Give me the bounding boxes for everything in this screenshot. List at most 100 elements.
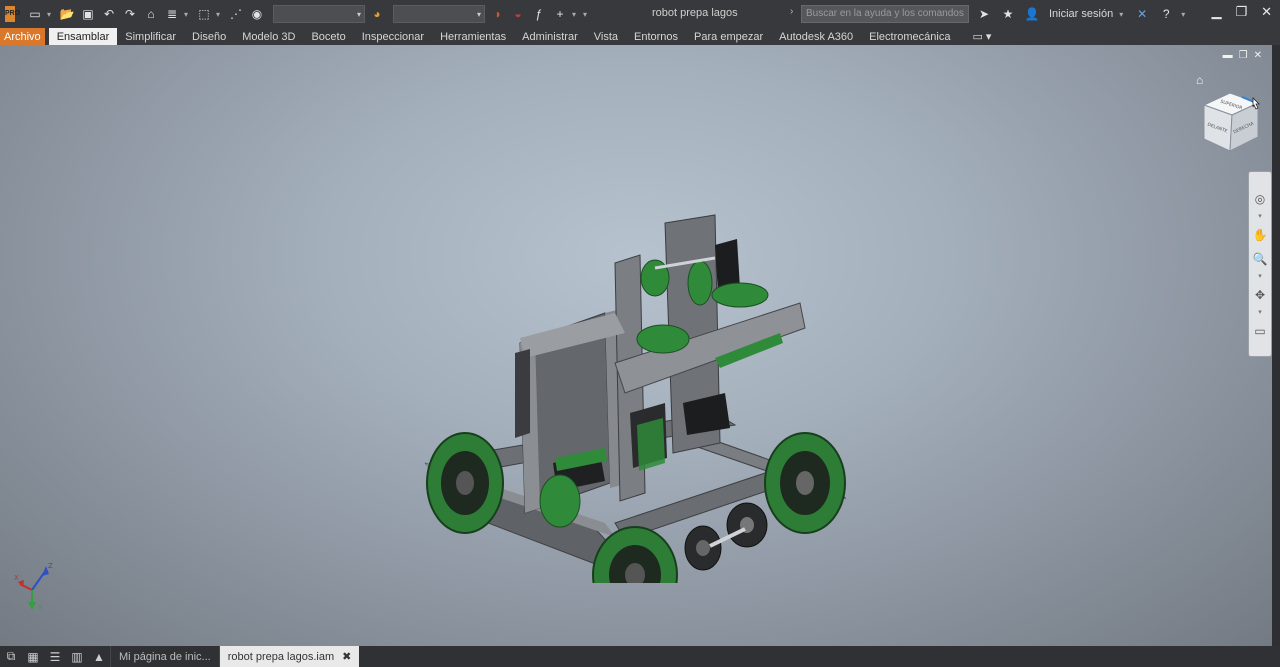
green-gear-low [539,474,581,528]
formula-icon[interactable]: ƒ [530,5,548,23]
exchange-icon[interactable]: ✕ [1133,5,1151,23]
appearance-icon[interactable]: ◕ [368,5,386,23]
title-chevron-icon[interactable]: › [790,6,793,17]
titlebar-right: ➤ ★ 👤 Iniciar sesión ▾ ✕ ? ▾ [975,4,1189,24]
viewport-window-controls: ▬ ❐ ✕ [1223,50,1262,61]
redo-icon[interactable]: ↷ [121,5,139,23]
viewport-minimize-icon[interactable]: ▬ [1223,50,1233,61]
search-arrow-icon[interactable]: ➤ [975,5,993,23]
y-axis-arrow [28,602,36,610]
z-axis-label: Z [48,562,53,570]
new-dropdown-icon[interactable]: ▾ [47,5,55,23]
navigation-bar: ◎ ▾ ✋ 🔍 ▾ ✥ ▾ ▭ [1248,171,1272,357]
x-axis-label: X [14,574,19,582]
sign-in-link[interactable]: Iniciar sesión [1049,8,1113,20]
doc-tab-robot-assembly[interactable]: robot prepa lagos.iam ✖ [218,646,360,667]
tab-ensamblar[interactable]: Ensamblar [48,28,118,45]
document-title: robot prepa lagos [652,7,738,19]
tab-vista[interactable]: Vista [586,28,626,45]
tab-inspeccionar[interactable]: Inspeccionar [354,28,432,45]
cascade-windows-icon[interactable]: ⧉ [0,646,22,667]
viewcube[interactable]: SUPERIOR DELANTE DERECHA [1196,89,1264,157]
tab-herramientas[interactable]: Herramientas [432,28,514,45]
green-side-plate [637,418,665,471]
undo-icon[interactable]: ↶ [100,5,118,23]
tab-electromecanica[interactable]: Electromecánica [861,28,958,45]
help-dropdown-icon[interactable]: ▾ [1181,5,1189,23]
right-edge-strip [1272,45,1280,646]
small-wheel-center[interactable] [684,525,722,571]
sign-in-dropdown-icon[interactable]: ▾ [1119,5,1127,23]
add-icon[interactable]: + [551,5,569,23]
viewcube-home-icon[interactable]: ⌂ [1196,73,1203,87]
tab-diseno[interactable]: Diseño [184,28,234,45]
color-override-icon[interactable]: ◑ [488,5,506,23]
add-dropdown-icon[interactable]: ▾ [572,5,580,23]
green-gear-top-right [711,282,769,308]
omni-wheel-left[interactable] [426,432,504,534]
appearance-combo[interactable]: ▾ [393,5,485,23]
look-at-icon[interactable]: ▭ [1251,322,1269,340]
tab-entornos[interactable]: Entornos [626,28,686,45]
ribbon-tabs: Archivo Ensamblar Simplificar Diseño Mod… [0,28,1280,45]
omni-wheel-right[interactable] [764,432,846,534]
select-dropdown-icon[interactable]: ▾ [216,5,224,23]
tile-windows-icon[interactable]: ▦ [22,646,44,667]
y-axis-label: Y [37,604,43,612]
close-icon[interactable]: ✕ [1261,4,1272,20]
zoom-dropdown-icon[interactable]: ▾ [1258,273,1262,280]
new-icon[interactable]: ▭ [26,5,44,23]
tab-boceto[interactable]: Boceto [303,28,353,45]
save-icon[interactable]: ▣ [79,5,97,23]
restore-icon[interactable]: ❐ [1235,4,1247,20]
pan-hand-icon[interactable]: ✋ [1251,226,1269,244]
title-bar: PRO ▭ ▾ 📂 ▣ ↶ ↷ ⌂ ≣ ▾ ⬚ ▾ ⋰ ◉ ▾ ◕ ▾ ◑ ◒ … [0,0,1280,28]
orbit-dropdown-icon[interactable]: ▾ [1258,309,1262,316]
app-logo-text: PRO [5,6,20,22]
home-icon[interactable]: ⌂ [142,5,160,23]
help-search-input[interactable]: Buscar en la ayuda y los comandos [801,5,969,23]
update-icon[interactable]: ≣ [163,5,181,23]
viewport-restore-icon[interactable]: ❐ [1239,50,1248,61]
black-panel-left [515,349,530,438]
steering-wheel-icon[interactable]: ◎ [1251,190,1269,208]
small-wheel-right[interactable] [726,502,768,548]
app-logo[interactable]: PRO [0,0,20,28]
favorites-star-icon[interactable]: ★ [999,5,1017,23]
clear-override-icon[interactable]: ◒ [509,5,527,23]
open-icon[interactable]: 📂 [58,5,76,23]
tile-vertical-icon[interactable]: ▥ [66,646,88,667]
material-combo[interactable]: ▾ [273,5,365,23]
ribbon-toggle-icon[interactable]: ▭ ▾ [972,30,991,43]
orbit-icon[interactable]: ✥ [1251,286,1269,304]
material-icon[interactable]: ◉ [248,5,266,23]
zoom-icon[interactable]: 🔍 [1251,250,1269,268]
viewport-close-icon[interactable]: ✕ [1254,50,1262,61]
close-tab-icon[interactable]: ✖ [342,650,351,663]
update-dropdown-icon[interactable]: ▾ [184,5,192,23]
graphics-viewport[interactable]: ▬ ❐ ✕ ⌂ SUPERIOR DELANTE DERECHA ◎ ▾ ✋ 🔍… [0,45,1272,646]
tab-archivo[interactable]: Archivo [0,28,45,45]
steering-dropdown-icon[interactable]: ▾ [1258,213,1262,220]
coordinate-triad: X Y Z [14,562,53,612]
doc-tab-home[interactable]: Mi página de inic... [110,646,219,667]
robot-assembly-model[interactable] [415,163,855,583]
tab-para-empezar[interactable]: Para empezar [686,28,771,45]
tab-administrar[interactable]: Administrar [514,28,586,45]
help-icon[interactable]: ? [1157,5,1175,23]
omni-wheel-front[interactable] [592,526,678,583]
tab-simplificar[interactable]: Simplificar [117,28,184,45]
minimize-icon[interactable]: ▁ [1211,4,1221,20]
tab-autodesk-a360[interactable]: Autodesk A360 [771,28,861,45]
doc-tab-home-label: Mi página de inic... [119,650,211,663]
measure-icon[interactable]: ⋰ [227,5,245,23]
user-icon[interactable]: 👤 [1023,5,1041,23]
select-icon[interactable]: ⬚ [195,5,213,23]
document-tab-bar: ⧉ ▦ ☰ ▥ ▲ Mi página de inic... robot pre… [0,646,1280,667]
x-axis-arrow [18,580,24,587]
window-controls: ▁ ❐ ✕ [1211,4,1272,20]
tile-horizontal-icon[interactable]: ☰ [44,646,66,667]
tab-modelo-3d[interactable]: Modelo 3D [234,28,303,45]
customize-dropdown-icon[interactable]: ▾ [583,5,591,23]
tab-list-up-icon[interactable]: ▲ [88,646,110,667]
